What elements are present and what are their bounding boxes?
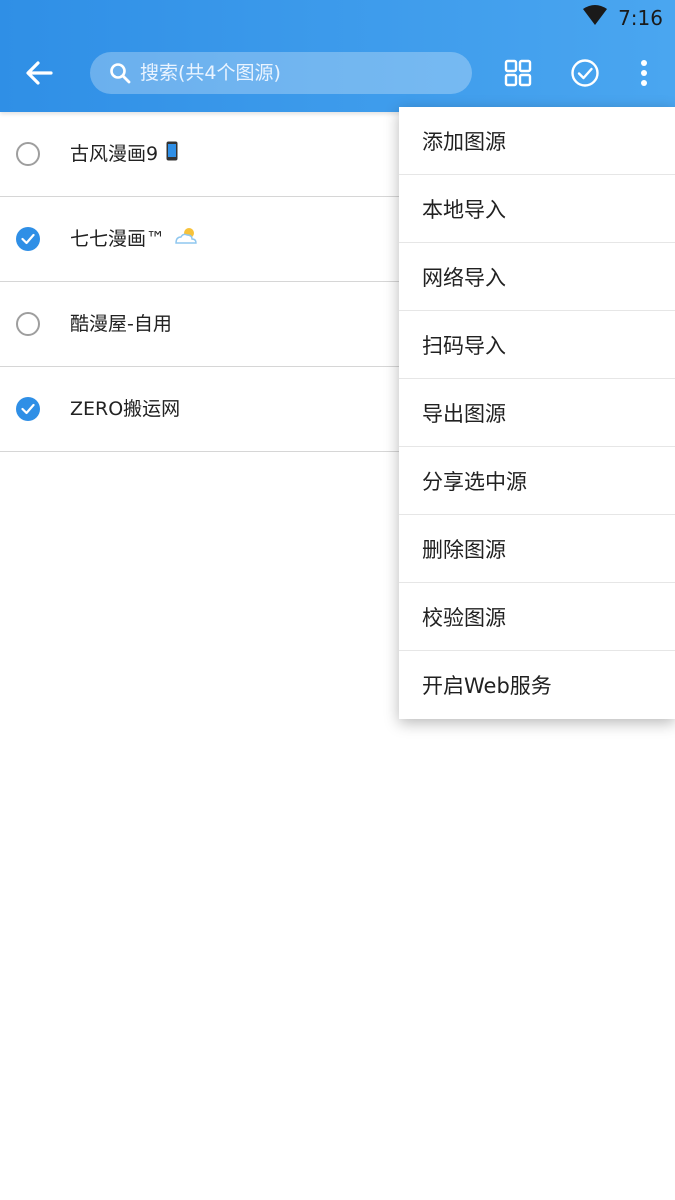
- search-icon: [110, 63, 131, 84]
- source-name: 七七漫画™: [70, 228, 166, 250]
- source-name: 酷漫屋-自用: [70, 313, 172, 335]
- menu-item-export-source[interactable]: 导出图源: [399, 379, 675, 447]
- arrow-left-icon: [26, 61, 53, 85]
- more-vert-icon: [641, 60, 647, 86]
- checkbox-unchecked[interactable]: [16, 142, 40, 166]
- wifi-icon: [582, 4, 608, 32]
- grid-view-button[interactable]: [502, 57, 534, 89]
- checkbox-unchecked[interactable]: [16, 312, 40, 336]
- menu-item-add-source[interactable]: 添加图源: [399, 107, 675, 175]
- back-button[interactable]: [20, 54, 58, 92]
- menu-item-network-import[interactable]: 网络导入: [399, 243, 675, 311]
- overflow-menu: 添加图源 本地导入 网络导入 扫码导入 导出图源 分享选中源 删除图源 校验图源…: [399, 107, 675, 719]
- menu-item-share-selected[interactable]: 分享选中源: [399, 447, 675, 515]
- source-name: ZERO搬运网: [70, 398, 181, 420]
- select-all-button[interactable]: [569, 57, 601, 89]
- search-bar[interactable]: [90, 52, 472, 94]
- checkbox-checked[interactable]: [16, 227, 40, 251]
- grid-view-icon: [504, 59, 532, 87]
- source-name: 古风漫画9: [70, 143, 159, 165]
- menu-item-delete-source[interactable]: 删除图源: [399, 515, 675, 583]
- menu-item-local-import[interactable]: 本地导入: [399, 175, 675, 243]
- status-time: 7:16: [618, 6, 663, 30]
- search-input[interactable]: [138, 61, 452, 85]
- sun-behind-cloud-icon: [173, 198, 199, 282]
- status-bar: 7:16: [582, 4, 663, 32]
- check-circle-icon: [571, 59, 599, 87]
- checkbox-checked[interactable]: [16, 397, 40, 421]
- more-options-button[interactable]: [628, 57, 660, 89]
- mobile-phone-icon: [166, 113, 178, 197]
- menu-item-start-web-service[interactable]: 开启Web服务: [399, 651, 675, 719]
- menu-item-scan-import[interactable]: 扫码导入: [399, 311, 675, 379]
- app-bar: 7:16: [0, 0, 675, 112]
- menu-item-verify-source[interactable]: 校验图源: [399, 583, 675, 651]
